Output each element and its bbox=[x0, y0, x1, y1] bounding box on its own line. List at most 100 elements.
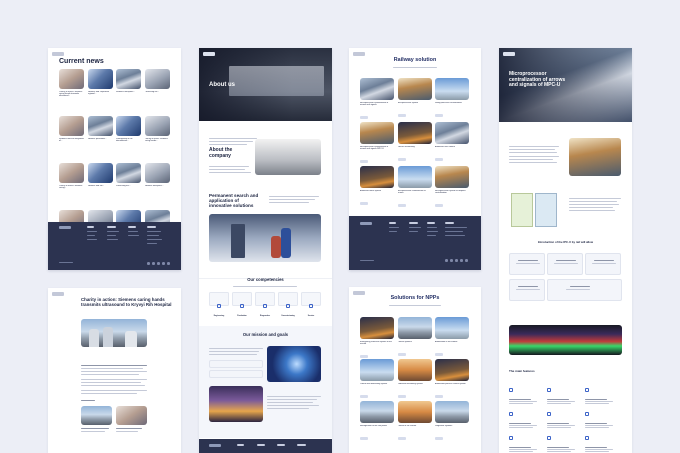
mission-globe-image bbox=[267, 346, 321, 382]
telegram-icon[interactable] bbox=[167, 262, 170, 265]
footer-col-about[interactable] bbox=[87, 226, 94, 228]
railway-card-more-button[interactable] bbox=[435, 204, 443, 208]
npp-card-title: Diagnostic systems bbox=[435, 424, 453, 427]
railway-card-more-button[interactable] bbox=[397, 204, 406, 208]
npp-card-image bbox=[397, 317, 432, 339]
footer-col-solutions[interactable] bbox=[107, 226, 116, 228]
news-card-image bbox=[87, 163, 113, 183]
news-card[interactable]: Charity in action: Siemens caring hands.… bbox=[144, 116, 170, 142]
npp-card[interactable]: Automation of the turbine bbox=[435, 317, 469, 361]
railway-card[interactable]: Microprocessor centralization of arrows bbox=[397, 166, 432, 212]
railway-card[interactable]: Automatic block system bbox=[360, 166, 394, 210]
related-news-image-1[interactable] bbox=[81, 406, 112, 425]
feature-icon bbox=[547, 412, 551, 416]
site-logo[interactable] bbox=[353, 291, 365, 295]
npp-card-more-button[interactable] bbox=[397, 436, 406, 440]
news-card[interactable]: Participation in the international... bbox=[116, 116, 141, 142]
railway-card[interactable]: Automatic train control bbox=[435, 122, 469, 166]
npp-card[interactable]: Control systems bbox=[397, 317, 432, 361]
npp-card-more-button[interactable] bbox=[397, 394, 406, 398]
railway-card[interactable]: Microprocessor centralization of arrows … bbox=[360, 78, 394, 124]
competency-item: Production bbox=[232, 292, 252, 317]
railway-card-image bbox=[360, 122, 394, 144]
about-company-title: About the company bbox=[209, 147, 233, 159]
mpc-benefit-card bbox=[547, 279, 622, 301]
railway-card-title: Microprocessor system bbox=[397, 101, 419, 104]
mpc-benefit-card bbox=[509, 279, 545, 301]
railway-card[interactable]: Electric interlocking bbox=[397, 122, 432, 166]
npp-card[interactable]: Diagnostic systems bbox=[435, 401, 469, 445]
innovation-title: Permanent search and application of inno… bbox=[209, 193, 259, 209]
related-news-image-2[interactable] bbox=[116, 406, 147, 425]
site-logo[interactable] bbox=[353, 52, 365, 56]
mpc-feature-item bbox=[547, 403, 581, 429]
npp-card[interactable]: Control and monitoring system bbox=[360, 359, 394, 403]
competency-icon bbox=[217, 304, 221, 308]
npp-card-more-button[interactable] bbox=[397, 352, 406, 356]
competency-label: Commissioning bbox=[281, 314, 295, 317]
npp-card-image bbox=[435, 359, 469, 381]
news-card[interactable]: Siemens and the... bbox=[87, 163, 113, 187]
npp-card[interactable]: Management of the unit power bbox=[360, 401, 394, 445]
linkedin-icon[interactable] bbox=[162, 262, 165, 265]
news-card-image bbox=[144, 163, 170, 183]
mpc-feature-item bbox=[585, 379, 619, 405]
railway-card-more-button[interactable] bbox=[360, 201, 368, 205]
news-card[interactable]: Siemens transports... bbox=[144, 163, 170, 187]
feature-icon bbox=[585, 436, 589, 440]
railway-card[interactable]: Microprocessor centralization of arrows … bbox=[360, 122, 394, 168]
news-card[interactable]: Charity in action: Siemens caring hands … bbox=[59, 69, 84, 98]
news-card[interactable]: Preserving the... bbox=[144, 69, 170, 93]
footer-col-contacts[interactable] bbox=[147, 226, 156, 228]
railway-page-title: Railway solution bbox=[393, 57, 437, 63]
facebook-icon[interactable] bbox=[147, 262, 150, 265]
railway-card-more-button[interactable] bbox=[360, 116, 368, 120]
npp-card-image bbox=[397, 401, 432, 423]
news-card-image bbox=[116, 116, 141, 136]
competencies-row: Engineering Production Diagnostics Commissi… bbox=[209, 292, 321, 317]
railway-card-more-button[interactable] bbox=[397, 157, 406, 161]
news-card[interactable]: Preserving the... bbox=[116, 163, 141, 187]
news-card[interactable]: Siemens transports... bbox=[116, 69, 141, 93]
railway-card-image bbox=[397, 122, 432, 144]
footer-logo[interactable] bbox=[59, 226, 71, 229]
npp-card[interactable]: Control of the reactor bbox=[397, 401, 432, 445]
news-card[interactable]: Siemens and the integration of... bbox=[59, 116, 84, 142]
npp-card-more-button[interactable] bbox=[360, 355, 368, 359]
npp-card-title: Control and monitoring system bbox=[360, 382, 388, 385]
npp-card-more-button[interactable] bbox=[360, 436, 368, 440]
npp-card-more-button[interactable] bbox=[360, 394, 368, 398]
site-logo[interactable] bbox=[203, 52, 215, 56]
npp-card[interactable]: Automated process control system bbox=[435, 359, 469, 403]
npp-card-more-button[interactable] bbox=[435, 352, 443, 356]
news-card-image bbox=[59, 163, 84, 183]
feature-icon bbox=[547, 436, 551, 440]
competencies-title: Our competencies bbox=[247, 277, 284, 282]
mpc-feature-item bbox=[585, 427, 619, 453]
site-logo[interactable] bbox=[503, 52, 515, 56]
news-card[interactable]: Siemens and Zaporizhia regional... bbox=[87, 69, 113, 95]
youtube-icon[interactable] bbox=[157, 262, 160, 265]
railway-card[interactable]: Relay-processor centralization bbox=[435, 78, 469, 122]
npp-card-more-button[interactable] bbox=[435, 436, 443, 440]
news-card[interactable]: Siemens presented... bbox=[87, 116, 113, 140]
npp-card[interactable]: Radiation monitoring system bbox=[397, 359, 432, 403]
instagram-icon[interactable] bbox=[152, 262, 155, 265]
railway-card-more-button[interactable] bbox=[397, 113, 406, 117]
railway-card-more-button[interactable] bbox=[435, 113, 443, 117]
railway-card-image bbox=[360, 78, 394, 100]
npp-card[interactable]: Emergency protection system of the react… bbox=[360, 317, 394, 363]
footer-col-industry[interactable] bbox=[128, 226, 136, 228]
feature-icon bbox=[509, 412, 513, 416]
site-logo[interactable] bbox=[52, 292, 64, 296]
railway-card-more-button[interactable] bbox=[360, 160, 368, 164]
news-card-title: Siemens transports... bbox=[116, 90, 135, 93]
railway-card-more-button[interactable] bbox=[435, 157, 443, 161]
npp-card-more-button[interactable] bbox=[435, 394, 443, 398]
news-card[interactable]: Charity in action: Siemens caring... bbox=[59, 163, 84, 189]
about-hero-title: About us bbox=[209, 82, 235, 88]
news-page-title: Current news bbox=[59, 58, 104, 65]
railway-card[interactable]: Microprocessor system of dispatch centra… bbox=[435, 166, 469, 212]
railway-card[interactable]: Microprocessor system bbox=[397, 78, 432, 122]
site-logo[interactable] bbox=[52, 52, 64, 56]
